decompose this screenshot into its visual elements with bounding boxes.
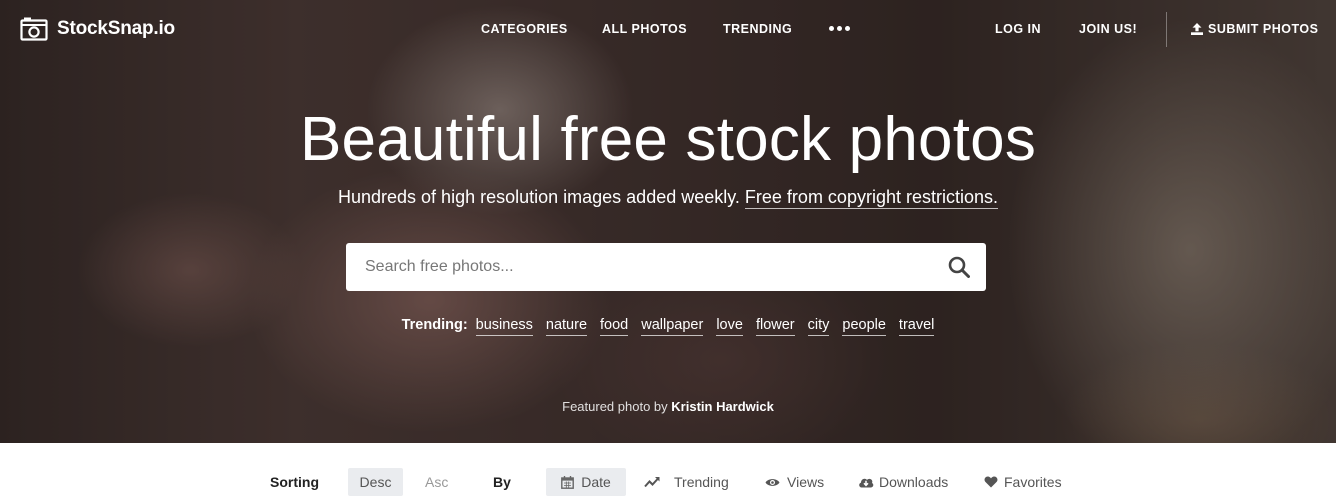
logo-link[interactable]: StockSnap.io xyxy=(20,17,175,41)
camera-icon xyxy=(20,17,48,41)
nav-all-photos[interactable]: ALL PHOTOS xyxy=(602,22,687,36)
search-input[interactable] xyxy=(346,243,936,291)
hero-headline: Beautiful free stock photos xyxy=(299,105,1037,174)
sort-asc-button[interactable]: Asc xyxy=(425,468,448,496)
search-box xyxy=(346,243,986,291)
hero-subline: Hundreds of high resolution images added… xyxy=(0,187,1336,209)
nav-divider xyxy=(1166,12,1167,47)
trending-tag-love[interactable]: love xyxy=(716,317,743,336)
hero-subline-text: Hundreds of high resolution images added… xyxy=(338,187,740,207)
sort-views-label: Views xyxy=(787,474,825,490)
trending-tag-people[interactable]: people xyxy=(842,317,886,336)
submit-photos-button[interactable]: SUBMIT PHOTOS xyxy=(1191,22,1318,36)
nav-join[interactable]: JOIN US! xyxy=(1079,22,1137,36)
sort-bar: Sorting Desc Asc By Date Trending Views xyxy=(0,443,1336,497)
sort-favorites-label: Favorites xyxy=(1004,474,1062,490)
trending-tags: Trending: business nature food wallpaper… xyxy=(0,317,1336,336)
hero-background-overlay xyxy=(0,0,1336,443)
sorting-label: Sorting xyxy=(270,474,319,490)
sort-desc-button[interactable]: Desc xyxy=(348,468,403,496)
logo-text: StockSnap.io xyxy=(57,18,175,39)
search-icon[interactable] xyxy=(948,256,970,278)
more-dots-icon[interactable] xyxy=(829,22,853,34)
trending-tag-food[interactable]: food xyxy=(600,317,629,336)
submit-photos-label: SUBMIT PHOTOS xyxy=(1208,22,1319,36)
photo-credit-prefix: Featured photo by xyxy=(562,399,668,414)
trending-line-icon xyxy=(644,477,660,488)
nav-categories[interactable]: CATEGORIES xyxy=(481,22,568,36)
sort-by-favorites[interactable]: Favorites xyxy=(984,468,1062,496)
nav-login[interactable]: LOG IN xyxy=(995,22,1041,36)
trending-tag-city[interactable]: city xyxy=(807,317,830,336)
sort-by-downloads[interactable]: Downloads xyxy=(858,468,948,496)
trending-tag-business[interactable]: business xyxy=(475,317,533,336)
sort-date-label: Date xyxy=(581,474,611,490)
top-navigation: StockSnap.io CATEGORIES ALL PHOTOS TREND… xyxy=(0,0,1336,60)
cloud-download-icon xyxy=(859,478,874,488)
sort-by-label: By xyxy=(493,474,511,490)
eye-icon xyxy=(765,478,780,486)
hero-banner: StockSnap.io CATEGORIES ALL PHOTOS TREND… xyxy=(0,0,1336,443)
copyright-link[interactable]: Free from copyright restrictions. xyxy=(744,187,998,209)
nav-trending[interactable]: TRENDING xyxy=(723,22,792,36)
upload-icon xyxy=(1191,23,1203,35)
sort-by-date[interactable]: Date xyxy=(546,468,626,496)
photographer-link[interactable]: Kristin Hardwick xyxy=(671,399,774,414)
sort-downloads-label: Downloads xyxy=(879,474,949,490)
trending-tag-travel[interactable]: travel xyxy=(898,317,935,336)
trending-tag-nature[interactable]: nature xyxy=(545,317,588,336)
trending-label: Trending: xyxy=(401,317,468,333)
sort-by-views[interactable]: Views xyxy=(765,468,824,496)
photo-credit: Featured photo by Kristin Hardwick xyxy=(0,399,1336,414)
sort-trending-label: Trending xyxy=(674,474,729,490)
calendar-icon xyxy=(561,475,575,489)
heart-icon xyxy=(984,476,998,488)
trending-tag-wallpaper[interactable]: wallpaper xyxy=(641,317,704,336)
sort-by-trending[interactable]: Trending xyxy=(644,468,729,496)
trending-tag-flower[interactable]: flower xyxy=(755,317,795,336)
